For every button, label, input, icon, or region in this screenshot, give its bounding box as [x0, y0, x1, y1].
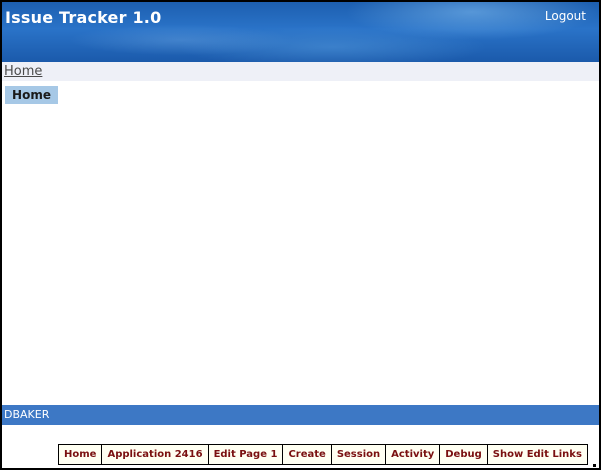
resize-grip-icon — [593, 464, 596, 467]
dev-toolbar-application[interactable]: Application 2416 — [101, 445, 207, 464]
app-window: Issue Tracker 1.0 Logout Home Home DBAKE… — [2, 2, 599, 468]
username-label: DBAKER — [4, 408, 50, 421]
footer-bar: DBAKER — [2, 405, 599, 425]
app-title: Issue Tracker 1.0 — [5, 8, 162, 27]
region-title-home: Home — [5, 86, 58, 104]
dev-toolbar-edit-page[interactable]: Edit Page 1 — [207, 445, 283, 464]
developer-toolbar: Home Application 2416 Edit Page 1 Create… — [58, 444, 588, 465]
dev-toolbar-activity[interactable]: Activity — [385, 445, 439, 464]
dev-toolbar-home[interactable]: Home — [59, 445, 101, 464]
breadcrumb: Home — [2, 62, 599, 81]
breadcrumb-home-link[interactable]: Home — [4, 64, 42, 79]
logout-link[interactable]: Logout — [545, 9, 586, 23]
dev-toolbar-session[interactable]: Session — [330, 445, 385, 464]
dev-toolbar-create[interactable]: Create — [282, 445, 330, 464]
header-banner: Issue Tracker 1.0 Logout — [2, 2, 599, 62]
dev-toolbar-show-edit-links[interactable]: Show Edit Links — [486, 445, 587, 464]
dev-toolbar-debug[interactable]: Debug — [439, 445, 487, 464]
